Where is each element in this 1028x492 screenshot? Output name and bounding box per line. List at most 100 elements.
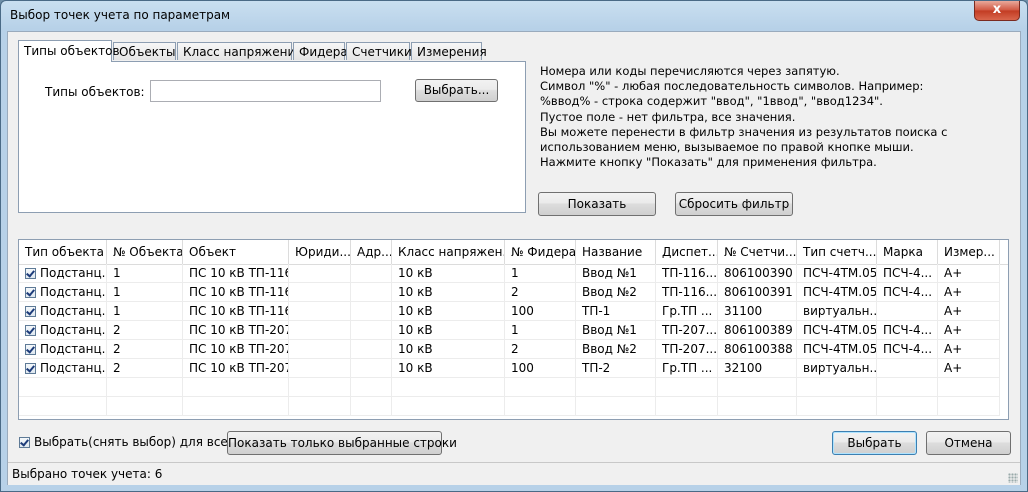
results-table[interactable]: Тип объекта № Объекта Объект Юриди... Ад… (18, 239, 1009, 420)
table-cell (289, 264, 351, 283)
table-cell: 10 кВ (392, 302, 505, 321)
row-checkbox-checked-icon[interactable] (25, 363, 36, 374)
tab-meters[interactable]: Счетчики (346, 42, 412, 60)
row-checkbox-checked-icon[interactable] (25, 306, 36, 317)
show-button[interactable]: Показать (538, 192, 656, 216)
table-cell: Подстанц... (19, 321, 107, 340)
table-cell (351, 359, 392, 378)
help-line: использованием меню, вызываемое по право… (540, 140, 914, 155)
row-checkbox-checked-icon[interactable] (25, 325, 36, 336)
table-row[interactable]: Подстанц... 2 ПС 10 кВ ТП-207 10 кВ 100 ТП-2 Г… (19, 359, 1008, 378)
table-cell (289, 302, 351, 321)
table-row[interactable]: Подстанц... 2 ПС 10 кВ ТП-207 10 кВ 2 Ввод №2… (19, 340, 1008, 359)
cancel-button[interactable]: Отмена (926, 431, 1011, 455)
row-checkbox-checked-icon[interactable] (25, 344, 36, 355)
help-line: Номера или коды перечисляются через запя… (540, 64, 840, 78)
show-selected-rows-button[interactable]: Показать только выбранные строки (227, 431, 457, 455)
table-cell: Подстанц... (19, 302, 107, 321)
close-icon: x (992, 2, 1002, 17)
column-header[interactable]: Название (576, 240, 656, 264)
table-cell: ПСЧ-4ТМ.05 (797, 340, 877, 359)
empty-cell (718, 397, 797, 416)
table-cell: Ввод №1 (576, 264, 656, 283)
object-types-input[interactable] (150, 80, 381, 102)
column-header[interactable]: Юриди... (289, 240, 351, 264)
column-header[interactable]: Адр... (351, 240, 392, 264)
column-header[interactable]: Марка (877, 240, 938, 264)
table-cell (289, 340, 351, 359)
empty-cell (938, 378, 1000, 397)
empty-cell (351, 397, 392, 416)
table-cell: ПС 10 кВ ТП-116 (183, 283, 289, 302)
column-header[interactable]: Тип объекта (19, 240, 107, 264)
tab-measurements[interactable]: Измерения (411, 42, 487, 60)
table-cell: ТП-116... (656, 283, 718, 302)
empty-cell (718, 378, 797, 397)
tab-objects[interactable]: Объекты (113, 42, 176, 60)
empty-cell (107, 378, 183, 397)
table-cell (289, 321, 351, 340)
table-header: Тип объекта № Объекта Объект Юриди... Ад… (19, 240, 1008, 265)
title-bar[interactable]: Выбор точек учета по параметрам x (1, 1, 1027, 31)
table-row[interactable]: Подстанц... 1 ПС 10 кВ ТП-116 10 кВ 1 Ввод №1… (19, 264, 1008, 283)
table-cell: A+ (938, 321, 1000, 340)
table-cell: 10 кВ (392, 359, 505, 378)
empty-cell (392, 397, 505, 416)
reset-filter-button[interactable]: Сбросить фильтр (675, 192, 793, 216)
table-cell: ПСЧ-4... (877, 340, 938, 359)
table-cell: ТП-2 (576, 359, 656, 378)
help-text: Номера или коды перечисляются через запя… (540, 64, 1010, 170)
help-line: Вы можете перенести в фильтр значения из… (540, 124, 948, 139)
column-header[interactable]: Диспет... (656, 240, 718, 264)
table-cell: Ввод №2 (576, 283, 656, 302)
table-cell (351, 340, 392, 359)
table-row[interactable]: Подстанц... 1 ПС 10 кВ ТП-116 10 кВ 100 ТП-1 Г… (19, 302, 1008, 321)
column-header[interactable]: Объект (183, 240, 289, 264)
cell-text: Подстанц... (40, 285, 107, 299)
column-header[interactable]: Тип счетч... (797, 240, 877, 264)
empty-cell (351, 378, 392, 397)
table-cell: Гр.ТП ... (656, 302, 718, 321)
table-cell: ТП-207... (656, 340, 718, 359)
table-cell: 1 (107, 264, 183, 283)
object-types-panel: Типы объектов: Выбрать... (18, 61, 526, 213)
close-button[interactable]: x (974, 1, 1020, 21)
table-cell (351, 302, 392, 321)
table-cell (351, 321, 392, 340)
column-header[interactable]: Измер... (938, 240, 1000, 264)
row-checkbox-checked-icon[interactable] (25, 287, 36, 298)
cell-text: Подстанц... (40, 361, 107, 375)
table-cell: 806100389 (718, 321, 797, 340)
column-header[interactable]: № Объекта (107, 240, 183, 264)
table-cell: 1 (107, 302, 183, 321)
row-checkbox-checked-icon[interactable] (25, 268, 36, 279)
table-row[interactable]: Подстанц... 1 ПС 10 кВ ТП-116 10 кВ 2 Ввод №2… (19, 283, 1008, 302)
select-all-checkbox[interactable]: Выбрать(снять выбор) для всех (19, 435, 235, 449)
table-cell: 2 (505, 283, 576, 302)
table-cell: ПСЧ-4... (877, 264, 938, 283)
table-cell: 1 (107, 283, 183, 302)
resize-grip-icon[interactable] (1008, 473, 1018, 483)
tab-object-types[interactable]: Типы объектов (18, 40, 120, 62)
empty-row (19, 397, 1008, 416)
table-row[interactable]: Подстанц... 2 ПС 10 кВ ТП-207 10 кВ 1 Ввод №1… (19, 321, 1008, 340)
choose-button[interactable]: Выбрать... (415, 79, 498, 102)
empty-cell (392, 378, 505, 397)
column-header[interactable]: № Фидера (505, 240, 576, 264)
tab-feeders[interactable]: Фидера (293, 42, 348, 60)
table-cell: 806100390 (718, 264, 797, 283)
table-cell (351, 283, 392, 302)
table-cell: Подстанц... (19, 264, 107, 283)
table-cell: ПСЧ-4ТМ.05 (797, 283, 877, 302)
column-header[interactable]: № Счетчи... (718, 240, 797, 264)
column-header[interactable]: Класс напряжен... (392, 240, 505, 264)
select-button[interactable]: Выбрать (832, 431, 917, 455)
table-cell: 806100388 (718, 340, 797, 359)
select-all-label: Выбрать(снять выбор) для всех (34, 435, 235, 449)
empty-row (19, 378, 1008, 397)
status-bar: Выбрано точек учета: 6 (8, 462, 1020, 485)
dialog-window: Выбор точек учета по параметрам x Типы о… (0, 0, 1028, 492)
checkbox-checked-icon[interactable] (19, 437, 30, 448)
tab-voltage-class[interactable]: Класс напряжения (177, 42, 303, 60)
table-cell (351, 264, 392, 283)
